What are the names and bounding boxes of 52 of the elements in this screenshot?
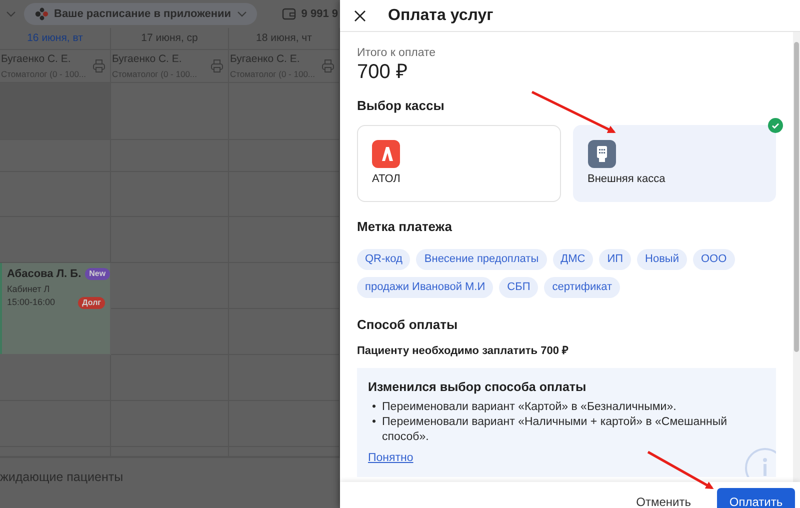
total-amount: 700 ₽ bbox=[357, 60, 409, 84]
time-slot[interactable] bbox=[111, 217, 229, 263]
close-icon[interactable] bbox=[354, 10, 366, 22]
time-slot[interactable] bbox=[111, 263, 229, 309]
schedule-menu-button[interactable]: Ваше расписание в приложении bbox=[24, 3, 258, 25]
status-tag: New bbox=[85, 268, 110, 280]
notice-title: Изменился выбор способа оплаты bbox=[368, 379, 588, 395]
check-icon bbox=[768, 118, 783, 133]
wallet-icon bbox=[282, 8, 296, 20]
chevron-icon[interactable] bbox=[6, 11, 16, 17]
notice-item: Переименовали вариант «Картой» в «Безналичными». bbox=[382, 400, 676, 415]
payment-tag[interactable]: Новый bbox=[637, 249, 687, 270]
drawer-title: Оплата услуг bbox=[388, 6, 494, 26]
payment-tag[interactable]: ДМС bbox=[552, 249, 594, 270]
terminal-icon bbox=[588, 140, 616, 168]
room-label: Кабинет Л bbox=[7, 282, 51, 296]
time-slot[interactable] bbox=[111, 355, 229, 401]
cancel-button[interactable]: Отменить bbox=[624, 488, 703, 508]
dismiss-link[interactable]: Понятно bbox=[368, 451, 414, 465]
bullet-mark: • bbox=[372, 415, 376, 430]
appointment-time: 15:00-16:00 bbox=[7, 296, 56, 309]
section-heading: Метка платежа bbox=[357, 219, 453, 235]
payment-tag[interactable]: продажи Ивановой М.И bbox=[357, 277, 494, 298]
register-option[interactable]: АТОЛ bbox=[357, 125, 560, 202]
total-label: Итого к оплате bbox=[357, 46, 437, 60]
appointment-card[interactable]: Абасова Л. Б. New Кабинет Л 15:00-16:00 Долг bbox=[0, 263, 110, 354]
time-slot[interactable] bbox=[229, 447, 340, 457]
register-option[interactable]: Внешняя касса bbox=[572, 125, 776, 202]
register-logo-icon bbox=[372, 140, 400, 168]
payment-tag[interactable]: ООО bbox=[692, 249, 735, 270]
time-slot[interactable] bbox=[111, 309, 229, 355]
bullet-mark: • bbox=[372, 400, 376, 415]
printer-icon[interactable] bbox=[210, 59, 224, 73]
notice-item: Переименовали вариант «Наличными + картой» в «Смешанный способ». bbox=[382, 415, 728, 445]
payment-tag[interactable]: СБП bbox=[499, 277, 538, 298]
scrollbar[interactable] bbox=[793, 32, 800, 482]
printer-icon[interactable] bbox=[92, 59, 106, 73]
section-heading: Выбор кассы bbox=[357, 98, 446, 114]
amount-note: Пациенту необходимо заплатить 700 ₽ bbox=[357, 344, 570, 358]
payment-tag[interactable]: сертификат bbox=[544, 277, 620, 298]
patient-name: Абасова Л. Б. bbox=[7, 267, 82, 282]
pay-button[interactable]: Оплатить bbox=[717, 488, 795, 508]
printer-icon[interactable] bbox=[321, 59, 335, 73]
logo-icon bbox=[34, 7, 48, 21]
status-tag: Долг bbox=[78, 296, 105, 309]
time-slot[interactable] bbox=[0, 355, 111, 401]
payment-tag[interactable]: QR-код bbox=[357, 249, 410, 270]
section-heading: Способ оплаты bbox=[357, 317, 459, 333]
payment-tag[interactable]: Внесение предоплаты bbox=[416, 249, 547, 270]
caret-icon bbox=[237, 11, 248, 17]
payment-tag[interactable]: ИП bbox=[599, 249, 632, 270]
annotation-arrow bbox=[647, 450, 714, 490]
